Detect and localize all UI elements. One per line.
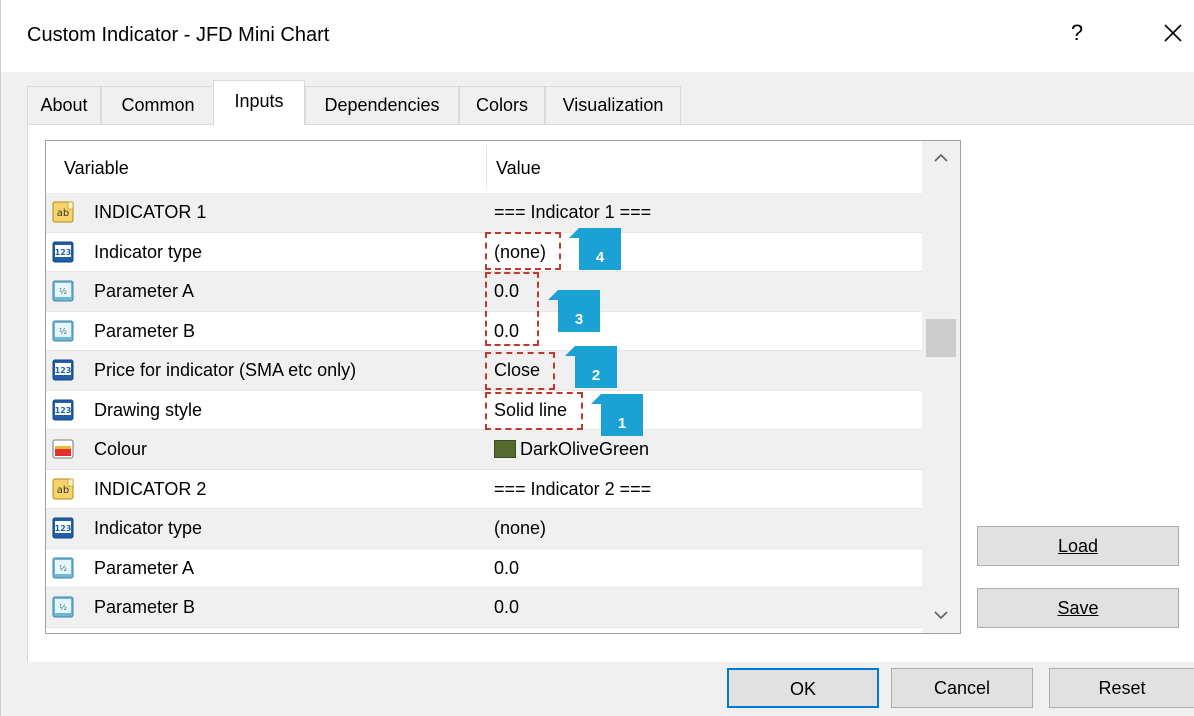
chevron-down-icon [934, 611, 948, 620]
svg-text:½: ½ [59, 564, 67, 573]
svg-text:ab: ab [57, 208, 69, 219]
callout-number: 1 [617, 415, 627, 432]
grid-row[interactable]: 123 Indicator type (none) [46, 233, 922, 272]
save-button[interactable]: Save [977, 588, 1179, 628]
svg-text:123: 123 [55, 366, 72, 375]
row-variable-name: INDICATOR 1 [94, 202, 207, 222]
integer-icon: 123 [52, 241, 74, 263]
grid-row[interactable]: ab INDICATOR 2 === Indicator 2 === [46, 470, 922, 509]
tab-about[interactable]: About [27, 86, 101, 124]
column-header-variable[interactable]: Variable [46, 141, 486, 193]
row-value-text: === Indicator 1 === [494, 202, 652, 222]
integer-icon: 123 [52, 399, 74, 421]
svg-text:ab: ab [57, 485, 69, 496]
scroll-up-button[interactable] [922, 141, 960, 177]
svg-text:123: 123 [55, 524, 72, 533]
callout-number: 2 [591, 367, 601, 384]
callout-badge-4: 4 [569, 228, 621, 270]
svg-text:½: ½ [59, 603, 67, 612]
row-variable-name: Parameter B [94, 597, 196, 617]
tab-common[interactable]: Common [101, 86, 215, 124]
tab-colors[interactable]: Colors [459, 86, 545, 124]
row-variable-name: Parameter A [94, 281, 195, 301]
string-icon: ab [52, 478, 74, 500]
svg-text:123: 123 [55, 406, 72, 415]
row-variable-name: Drawing style [94, 399, 203, 420]
row-value[interactable]: 0.0 [494, 558, 519, 579]
title-bar: Custom Indicator - JFD Mini Chart ? [1, 0, 1194, 72]
row-value-text: DarkOliveGreen [520, 439, 650, 459]
color-icon [52, 438, 74, 460]
scroll-down-button[interactable] [922, 597, 960, 633]
callout-box-1 [485, 392, 583, 430]
row-variable-name: Parameter B [94, 320, 196, 341]
callout-badge-3: 3 [548, 290, 600, 332]
double-icon: ½ [52, 596, 74, 618]
tab-visualization[interactable]: Visualization [545, 86, 681, 124]
grid-row[interactable]: ½ Parameter A 0.0 [46, 549, 922, 588]
help-button[interactable]: ? [1067, 20, 1087, 46]
svg-text:123: 123 [55, 248, 72, 257]
double-icon: ½ [52, 557, 74, 579]
row-value[interactable]: === Indicator 2 === [494, 479, 651, 500]
row-variable-name: Price for indicator (SMA etc only) [94, 360, 357, 380]
load-button-label: Load [1057, 536, 1099, 556]
callout-number: 4 [595, 249, 605, 266]
close-button[interactable] [1159, 16, 1187, 48]
row-variable-name: INDICATOR 2 [94, 478, 207, 499]
grid-row[interactable]: 123 Drawing style Solid line [46, 391, 922, 430]
vertical-scrollbar[interactable] [922, 141, 960, 633]
ok-button[interactable]: OK [727, 668, 879, 708]
grid-row[interactable]: ½ Parameter B 0.0 [46, 588, 922, 628]
row-variable-name: Indicator type [94, 518, 203, 538]
save-button-label: Save [1057, 598, 1099, 618]
callout-box-3 [485, 272, 539, 346]
row-value-text: 0.0 [494, 597, 520, 617]
callout-badge-1: 1 [591, 394, 643, 436]
callout-box-4 [485, 232, 561, 270]
svg-text:½: ½ [59, 327, 67, 336]
row-variable-name: Colour [94, 439, 148, 459]
scroll-thumb[interactable] [926, 319, 956, 357]
chevron-up-icon [934, 153, 948, 162]
double-icon: ½ [52, 280, 74, 302]
callout-box-2 [485, 352, 555, 390]
window-title: Custom Indicator - JFD Mini Chart [27, 24, 330, 46]
grid-row[interactable]: ½ Parameter A 0.0 [46, 272, 922, 312]
close-icon [1164, 24, 1182, 42]
custom-indicator-dialog: Custom Indicator - JFD Mini Chart ? Abou… [0, 0, 1194, 716]
grid-row[interactable]: ab INDICATOR 1 === Indicator 1 === [46, 193, 922, 233]
double-icon: ½ [52, 320, 74, 342]
row-value-text: === Indicator 2 === [494, 478, 652, 499]
column-header-value[interactable]: Value [486, 141, 922, 193]
row-variable-name: Indicator type [94, 241, 203, 262]
cancel-button[interactable]: Cancel [891, 668, 1033, 708]
callout-badge-2: 2 [565, 346, 617, 388]
row-value[interactable]: === Indicator 1 === [494, 202, 651, 223]
callout-number: 3 [574, 311, 584, 328]
grid-row[interactable]: 123 Price for indicator (SMA etc only) Clo… [46, 351, 922, 391]
row-value[interactable]: (none) [494, 518, 546, 539]
reset-button[interactable]: Reset [1049, 668, 1194, 708]
grid-row[interactable]: Colour DarkOliveGreen [46, 430, 922, 470]
row-value[interactable]: 0.0 [494, 597, 519, 618]
row-value-text: (none) [494, 518, 547, 538]
grid-header: Variable Value [46, 141, 922, 193]
grid-row[interactable]: ½ Parameter B 0.0 [46, 312, 922, 351]
row-variable-name: Parameter A [94, 557, 195, 578]
load-button[interactable]: Load [977, 526, 1179, 566]
integer-icon: 123 [52, 517, 74, 539]
row-value-text: 0.0 [494, 557, 520, 578]
row-value[interactable]: DarkOliveGreen [494, 439, 649, 460]
svg-text:½: ½ [59, 287, 67, 296]
grid-rows: ab INDICATOR 1 === Indicator 1 === 123 Indic… [46, 193, 922, 628]
integer-icon: 123 [52, 359, 74, 381]
color-swatch [494, 440, 516, 458]
tab-inputs[interactable]: Inputs [213, 80, 305, 125]
tab-dependencies[interactable]: Dependencies [305, 86, 459, 124]
string-icon: ab [52, 201, 74, 223]
grid-row[interactable]: 123 Indicator type (none) [46, 509, 922, 549]
